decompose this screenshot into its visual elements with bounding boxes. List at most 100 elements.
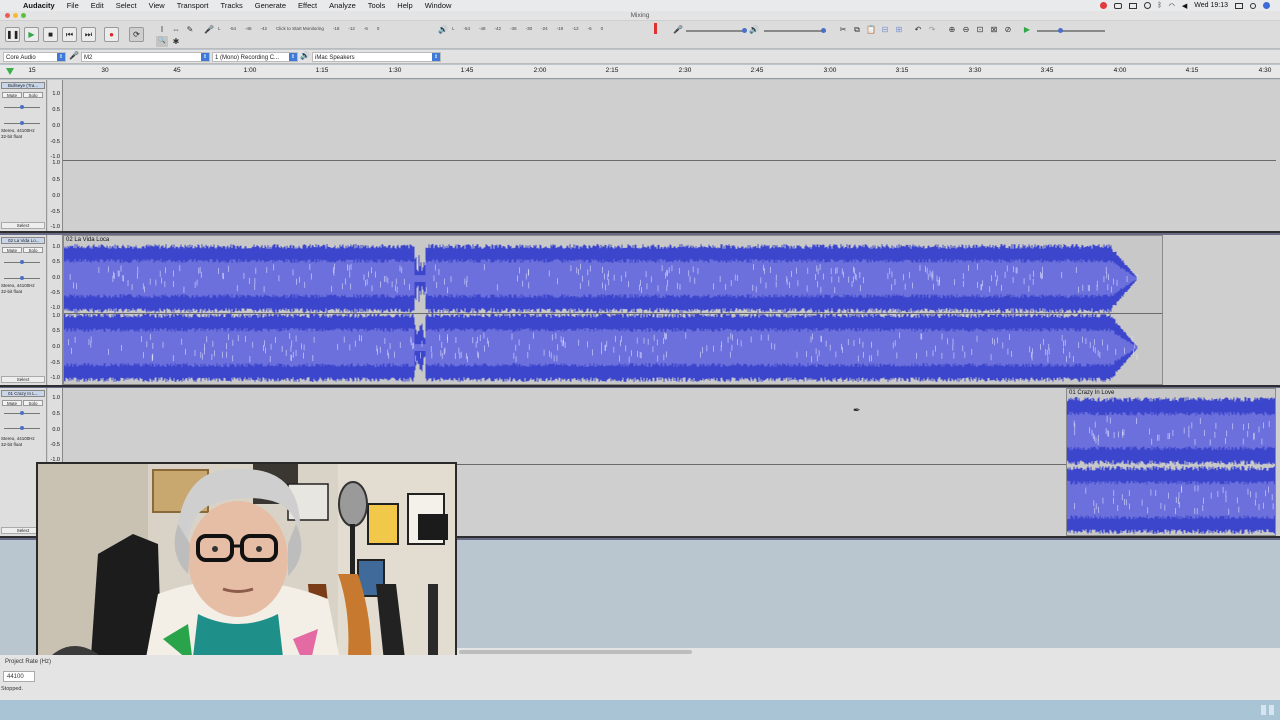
track-select-button[interactable]: Select (1, 376, 45, 383)
track-waveform-area[interactable]: 02 La Vida Loca (63, 235, 1276, 385)
track-waveform-area[interactable] (63, 80, 1276, 231)
menu-view[interactable]: View (149, 1, 165, 10)
playback-meter-speaker-icon[interactable]: 🔊 (437, 24, 449, 35)
siri-icon[interactable] (1263, 2, 1270, 9)
pan-slider[interactable] (4, 121, 40, 125)
cut-icon[interactable]: ✂ (837, 24, 849, 35)
menu-analyze[interactable]: Analyze (329, 1, 356, 10)
paste-icon[interactable]: 📋 (865, 24, 877, 35)
playback-volume-slider[interactable] (764, 28, 826, 33)
display-icon[interactable] (1128, 2, 1137, 9)
click-to-start-monitoring[interactable]: Click to Start Monitoring (276, 26, 324, 31)
skip-to-end-button[interactable]: ⏭ (81, 27, 96, 42)
audio-host-select[interactable]: Core Audio ⇕ (3, 52, 66, 62)
mute-button[interactable]: Mute (2, 247, 22, 253)
control-center-icon[interactable] (1235, 2, 1243, 9)
meter-label: -18 (556, 26, 564, 31)
zoom-tool-icon[interactable]: 🔍 (156, 36, 168, 47)
timeline-tick-label: 1:30 (388, 67, 402, 74)
menu-tracks[interactable]: Tracks (221, 1, 243, 10)
input-channels-select[interactable]: 1 (Mono) Recording C... ⇕ (212, 52, 298, 62)
skype-icon[interactable] (1099, 2, 1107, 9)
track-select-button[interactable]: Select (1, 222, 45, 229)
main-toolbar: ❚❚ ▶ ■ ⏮ ⏭ ● ⟳ I ⇔ ✎ 🔍 ✱ 🎤 L -54 -48 -42… (0, 21, 1280, 49)
trim-audio-icon[interactable]: ⊟ (879, 24, 891, 35)
apple-logo-icon[interactable] (5, 2, 13, 10)
menu-window[interactable]: Window (425, 1, 452, 10)
minimize-window-icon[interactable] (13, 13, 18, 18)
track-name-menu[interactable]: 02 La Vida Lo... (1, 237, 45, 244)
audio-clip[interactable]: 02 La Vida Loca (63, 235, 1163, 385)
mute-button[interactable]: Mute (2, 400, 22, 406)
input-device-select[interactable]: M2 ⇕ (81, 52, 210, 62)
redo-icon[interactable]: ↷ (926, 24, 938, 35)
pan-slider[interactable] (4, 426, 40, 430)
menu-file[interactable]: File (67, 1, 79, 10)
recording-volume-slider[interactable] (686, 28, 747, 33)
volume-icon[interactable]: ◀ (1182, 2, 1187, 10)
zoom-out-icon[interactable]: ⊖ (960, 24, 972, 35)
playback-meter[interactable]: L -54 -48 -42 -36 -30 -24 -18 -12 -6 0 (452, 24, 603, 33)
extension-icon[interactable] (1113, 2, 1122, 9)
multi-tool-icon[interactable]: ✱ (170, 36, 182, 47)
clip-name[interactable]: 01 Crazy In Love (1069, 389, 1114, 397)
zoom-toggle-icon[interactable]: ⊘ (1002, 24, 1014, 35)
menu-edit[interactable]: Edit (91, 1, 104, 10)
solo-button[interactable]: Solo (23, 400, 43, 406)
pause-button[interactable]: ❚❚ (5, 27, 20, 42)
envelope-tool-icon[interactable]: ⇔ (170, 24, 182, 35)
menu-transport[interactable]: Transport (177, 1, 209, 10)
audio-clip[interactable]: 01 Crazy In Love (1066, 388, 1276, 536)
play-button[interactable]: ▶ (24, 27, 39, 42)
clip-name[interactable]: 02 La Vida Loca (66, 236, 109, 244)
zoom-in-icon[interactable]: ⊕ (946, 24, 958, 35)
menu-help[interactable]: Help (397, 1, 412, 10)
track-name-menu[interactable]: 01 Crazy In L... (1, 390, 45, 397)
timeline-play-head-icon[interactable] (6, 68, 14, 75)
timeline-tick-label: 1:00 (243, 67, 257, 74)
pan-slider[interactable] (4, 276, 40, 280)
output-device-select[interactable]: iMac Speakers ⇕ (312, 52, 441, 62)
scrollbar-thumb[interactable] (459, 650, 692, 654)
undo-icon[interactable]: ↶ (912, 24, 924, 35)
menu-select[interactable]: Select (116, 1, 137, 10)
record-button[interactable]: ● (104, 27, 119, 42)
play-at-speed-slider[interactable] (1037, 28, 1105, 33)
menu-effect[interactable]: Effect (298, 1, 317, 10)
waveform-graphic (64, 313, 1138, 382)
menu-generate[interactable]: Generate (255, 1, 286, 10)
gain-slider[interactable] (4, 260, 40, 264)
track-name-menu[interactable]: Bullseye (Tra... (1, 82, 45, 89)
project-rate-select[interactable]: 44100 (3, 671, 35, 682)
gain-slider[interactable] (4, 411, 40, 415)
timeline-ruler[interactable]: 15 30 45 1:00 1:15 1:30 1:45 2:00 2:15 2:30 2:45 3:… (0, 65, 1280, 79)
solo-button[interactable]: Solo (23, 247, 43, 253)
copy-icon[interactable]: ⧉ (851, 24, 863, 35)
spotlight-icon[interactable] (1250, 2, 1256, 9)
menu-app-audacity[interactable]: Audacity (23, 1, 55, 10)
input-mic-icon: 🎤 (69, 51, 79, 60)
menu-tools[interactable]: Tools (368, 1, 386, 10)
mute-button[interactable]: Mute (2, 92, 22, 98)
menubar-clock[interactable]: Wed 19:13 (1194, 2, 1228, 9)
gain-slider[interactable] (4, 105, 40, 109)
time-machine-icon[interactable] (1143, 2, 1151, 9)
wifi-icon[interactable]: ◠ (1169, 2, 1175, 10)
fit-project-icon[interactable]: ⊠ (988, 24, 1000, 35)
draw-tool-icon[interactable]: ✎ (184, 24, 196, 35)
record-meter-mic-icon[interactable]: 🎤 (203, 24, 215, 35)
play-at-speed-icon[interactable]: ▶ (1021, 24, 1033, 35)
zoom-window-icon[interactable] (21, 13, 26, 18)
stop-button[interactable]: ■ (43, 27, 58, 42)
skip-to-start-button[interactable]: ⏮ (62, 27, 77, 42)
track-bit-depth: 32-bit float (1, 134, 23, 139)
loop-button[interactable]: ⟳ (129, 27, 144, 42)
close-window-icon[interactable] (5, 13, 10, 18)
selection-tool-icon[interactable]: I (156, 24, 168, 35)
video-pause-icon[interactable] (1261, 705, 1274, 715)
fit-selection-icon[interactable]: ⊡ (974, 24, 986, 35)
solo-button[interactable]: Solo (23, 92, 43, 98)
record-meter[interactable]: L -54 -48 -42 Click to Start Monitoring … (218, 24, 379, 33)
silence-audio-icon[interactable]: ⊞ (893, 24, 905, 35)
bluetooth-icon[interactable]: ᛒ (1158, 2, 1162, 9)
